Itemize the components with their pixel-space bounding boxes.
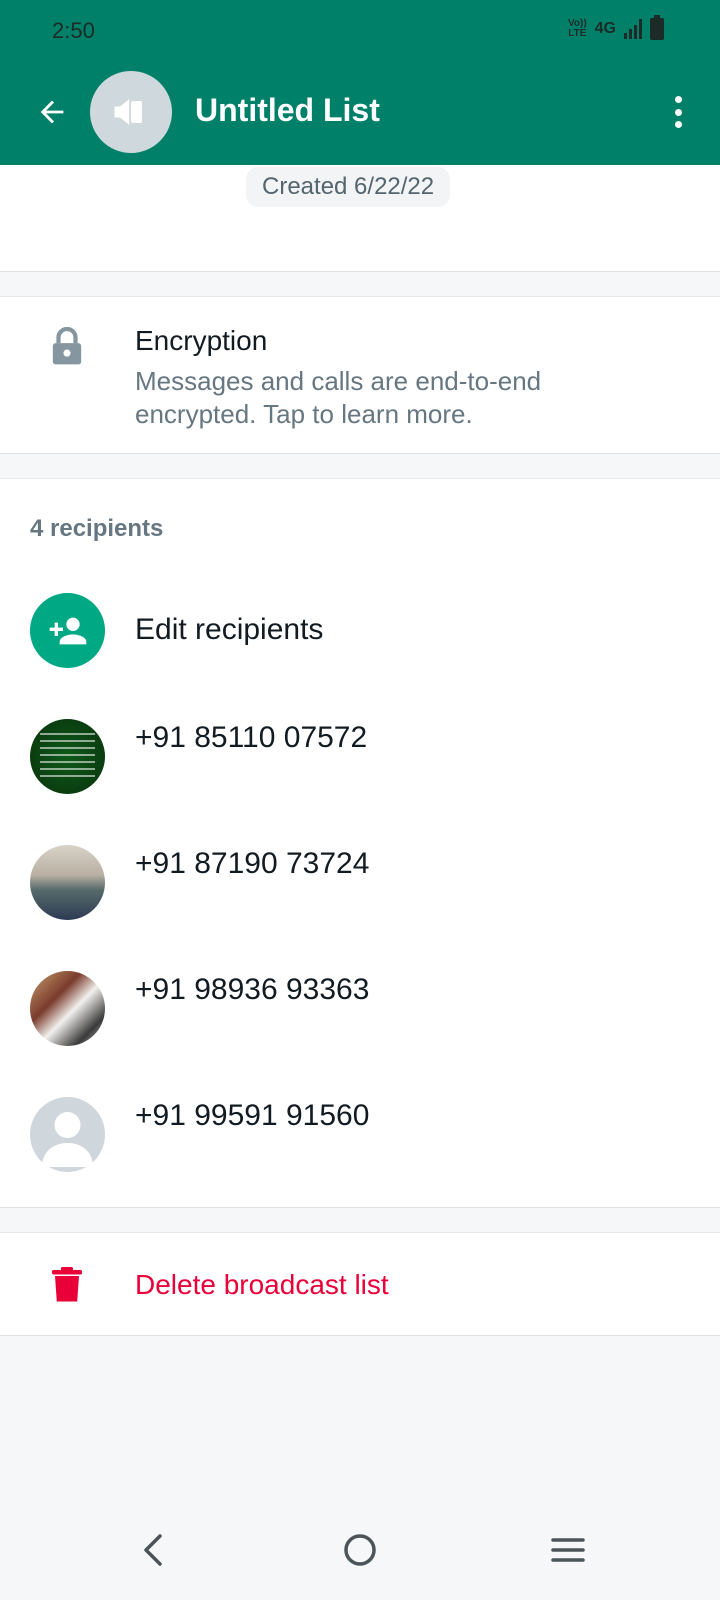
arrow-back-icon (40, 100, 64, 124)
status-icons: Vo)) LTE 4G (567, 15, 664, 40)
add-person-avatar (30, 593, 105, 668)
status-time: 2:50 (52, 18, 95, 43)
person-placeholder-icon (42, 1112, 93, 1167)
created-date: Created 6/22/22 (246, 167, 451, 207)
page-title[interactable]: Untitled List (195, 92, 380, 129)
nav-menu-icon (551, 1538, 585, 1562)
edit-recipients-row[interactable]: Edit recipients (0, 593, 720, 703)
recipient-phone: +91 98936 93363 (135, 973, 370, 1006)
status-bar: 2:50 Vo)) LTE 4G (0, 0, 720, 62)
back-button[interactable] (30, 90, 74, 134)
avatar (30, 845, 105, 920)
more-vert-icon-dot (674, 108, 682, 116)
more-vert-icon-dot (674, 121, 682, 128)
recipients-section: 4 recipients Edit recipients +91 85110 0… (0, 478, 720, 1208)
recipients-count: 4 recipients (30, 515, 164, 542)
delete-broadcast-label: Delete broadcast list (135, 1269, 389, 1300)
nav-home-icon (344, 1534, 376, 1566)
list-item[interactable]: +91 87190 73724 (0, 845, 720, 955)
lock-icon (52, 327, 82, 365)
delete-broadcast-row[interactable]: Delete broadcast list (0, 1232, 720, 1336)
add-person-icon (49, 617, 86, 644)
nav-back-button[interactable] (130, 1526, 178, 1574)
recipient-phone: +91 99591 91560 (135, 1099, 370, 1132)
avatar (30, 971, 105, 1046)
more-options-button[interactable] (666, 92, 690, 132)
encryption-title: Encryption (135, 325, 268, 356)
created-section: Created 6/22/22 (0, 165, 720, 272)
recipient-phone: +91 87190 73724 (135, 847, 370, 880)
default-avatar (30, 1097, 105, 1172)
broadcast-avatar[interactable] (90, 71, 172, 153)
avatar (30, 719, 105, 794)
megaphone-icon (114, 99, 142, 125)
edit-recipients-label: Edit recipients (135, 613, 324, 646)
encryption-description: Messages and calls are end-to-end encryp… (135, 366, 542, 429)
list-item[interactable]: +91 98936 93363 (0, 971, 720, 1081)
volte-icon: Vo)) LTE (567, 18, 587, 39)
more-vert-icon-dot (674, 96, 682, 103)
signal-icon (624, 19, 642, 39)
nav-recents-button[interactable] (544, 1526, 592, 1574)
network-type: 4G (594, 20, 616, 37)
nav-back-icon (144, 1534, 162, 1566)
trash-icon (52, 1267, 82, 1302)
recipient-phone: +91 85110 07572 (135, 721, 368, 754)
system-nav-bar (0, 1500, 720, 1600)
app-bar: Untitled List (0, 62, 720, 165)
encryption-row[interactable]: Encryption Messages and calls are end-to… (0, 296, 720, 454)
list-item[interactable]: +91 99591 91560 (0, 1097, 720, 1207)
battery-icon (650, 15, 664, 40)
nav-home-button[interactable] (336, 1526, 384, 1574)
list-item[interactable]: +91 85110 07572 (0, 719, 720, 829)
